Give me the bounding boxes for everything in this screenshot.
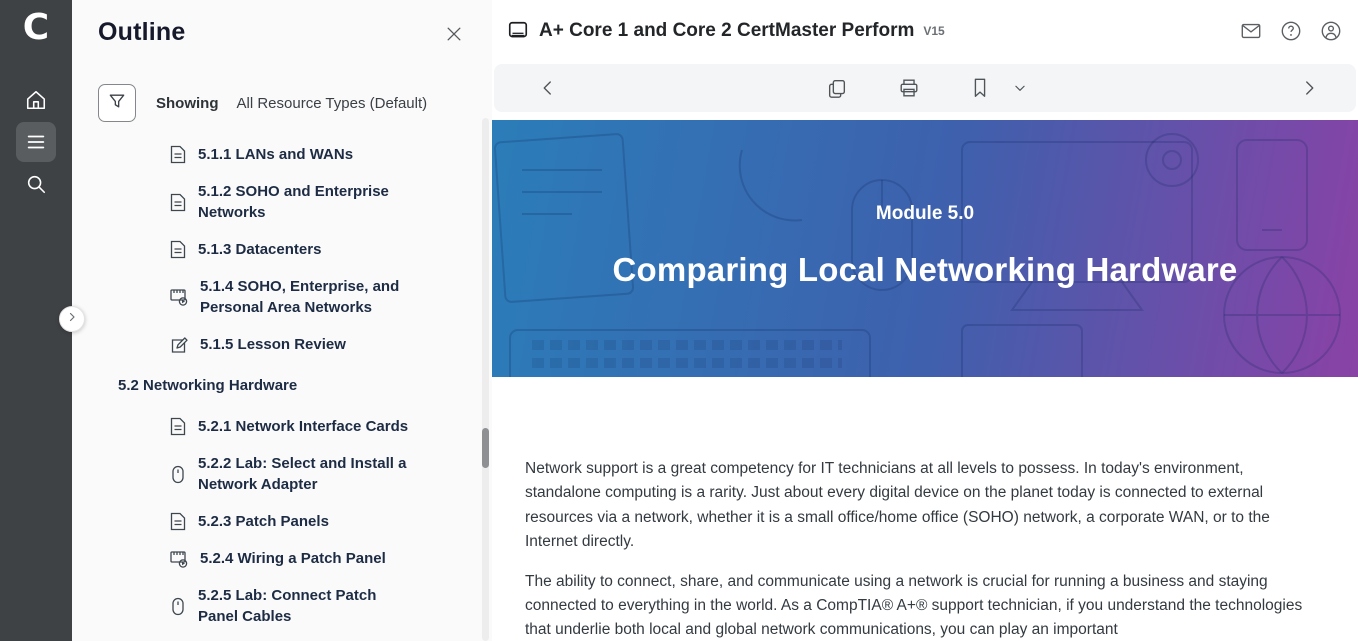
help-icon — [1280, 20, 1302, 42]
document-icon — [170, 512, 186, 531]
next-page-button[interactable] — [1300, 79, 1318, 97]
list-item-label: 5.1.2 SOHO and Enterprise Networks — [198, 181, 412, 223]
list-item-label: 5.1.1 LANs and WANs — [198, 144, 353, 165]
module-title: Comparing Local Networking Hardware — [613, 251, 1238, 289]
previous-page-button[interactable] — [539, 79, 557, 97]
list-item[interactable]: 5.1.4 SOHO, Enterprise, and Personal Are… — [98, 276, 492, 318]
document-icon — [170, 240, 186, 259]
main-area: A+ Core 1 and Core 2 CertMaster Perform … — [492, 0, 1358, 641]
list-item[interactable]: 5.2.4 Wiring a Patch Panel — [98, 548, 492, 569]
panel-collapse-button[interactable] — [59, 306, 85, 332]
video-icon — [170, 288, 188, 306]
panel-title: Outline — [98, 18, 186, 47]
printer-icon — [898, 77, 920, 99]
list-item[interactable]: 5.1.2 SOHO and Enterprise Networks — [98, 181, 492, 223]
course-title: A+ Core 1 and Core 2 CertMaster Perform — [539, 20, 914, 42]
search-button[interactable] — [16, 164, 56, 204]
chevron-down-icon — [1013, 81, 1027, 95]
lesson-paragraph: Network support is a great competency fo… — [525, 457, 1312, 555]
list-item[interactable]: 5.1.1 LANs and WANs — [98, 144, 492, 165]
lesson-toolbar — [494, 64, 1356, 112]
document-icon — [170, 417, 186, 436]
list-item-label: 5.1.5 Lesson Review — [200, 334, 346, 355]
list-item[interactable]: 5.2.2 Lab: Select and Install a Network … — [98, 453, 492, 495]
home-icon — [25, 89, 47, 111]
outline-scrollbar-track[interactable] — [482, 118, 489, 641]
course-header: A+ Core 1 and Core 2 CertMaster Perform … — [492, 0, 1358, 62]
list-item-label: 5.2.2 Lab: Select and Install a Network … — [198, 453, 412, 495]
document-icon — [170, 145, 186, 164]
module-number: Module 5.0 — [876, 203, 974, 225]
list-item[interactable]: 5.2.5 Lab: Connect Patch Panel Cables — [98, 585, 492, 627]
filter-funnel-icon — [107, 91, 127, 116]
outline-panel: Outline Showing All Resource Types (Defa… — [72, 0, 492, 641]
filter-label: Showing — [156, 95, 219, 112]
copy-button[interactable] — [826, 77, 848, 99]
chevron-left-icon — [539, 79, 557, 97]
section-header-label: 5.2 Networking Hardware — [118, 375, 297, 396]
outline-list: 5.1.1 LANs and WANs 5.1.2 SOHO and Enter… — [98, 144, 492, 641]
video-icon — [170, 550, 188, 568]
mail-icon — [1240, 20, 1262, 42]
list-item[interactable]: 5.1.3 Datacenters — [98, 239, 492, 260]
close-icon — [444, 31, 464, 48]
hamburger-icon — [25, 131, 47, 153]
home-button[interactable] — [16, 80, 56, 120]
comptia-logo: C — [23, 6, 49, 50]
outline-scrollbar-thumb[interactable] — [482, 428, 489, 468]
chevron-right-icon — [66, 310, 78, 328]
account-button[interactable] — [1320, 20, 1342, 42]
list-item-label: 5.2.5 Lab: Connect Patch Panel Cables — [198, 585, 412, 627]
course-version-badge: V15 — [923, 24, 944, 38]
bookmark-icon — [970, 77, 990, 99]
lab-mouse-icon — [170, 597, 186, 616]
bookmark-menu-button[interactable] — [1013, 81, 1027, 95]
search-icon — [25, 173, 47, 195]
filter-button[interactable] — [98, 84, 136, 122]
copy-icon — [826, 77, 848, 99]
lesson-body: Network support is a great competency fo… — [492, 377, 1358, 641]
document-icon — [170, 193, 186, 212]
close-panel-button[interactable] — [444, 24, 464, 44]
list-item[interactable]: 5.2.3 Patch Panels — [98, 511, 492, 532]
list-item-label: 5.1.3 Datacenters — [198, 239, 321, 260]
bookmark-button[interactable] — [970, 77, 990, 99]
lesson-paragraph: The ability to connect, share, and commu… — [525, 570, 1312, 641]
account-icon — [1320, 20, 1342, 42]
list-item-label: 5.1.4 SOHO, Enterprise, and Personal Are… — [200, 276, 414, 318]
tech-doodles-background — [492, 120, 1358, 377]
lab-mouse-icon — [170, 465, 186, 484]
list-item-label: 5.2.3 Patch Panels — [198, 511, 329, 532]
list-item-label: 5.2.1 Network Interface Cards — [198, 416, 408, 437]
module-banner: Module 5.0 Comparing Local Networking Ha… — [492, 120, 1358, 377]
app-window: C Outline — [0, 0, 1358, 641]
print-button[interactable] — [898, 77, 920, 99]
chevron-right-icon — [1300, 79, 1318, 97]
messages-button[interactable] — [1240, 20, 1262, 42]
list-item[interactable]: 5.1.5 Lesson Review — [98, 334, 492, 355]
filter-value: All Resource Types (Default) — [237, 95, 428, 112]
course-book-icon — [507, 20, 529, 42]
list-item-label: 5.2.4 Wiring a Patch Panel — [200, 548, 386, 569]
section-header: 5.2 Networking Hardware — [98, 375, 492, 396]
outline-menu-button[interactable] — [16, 122, 56, 162]
help-button[interactable] — [1280, 20, 1302, 42]
list-item[interactable]: 5.2.1 Network Interface Cards — [98, 416, 492, 437]
edit-icon — [170, 336, 188, 354]
